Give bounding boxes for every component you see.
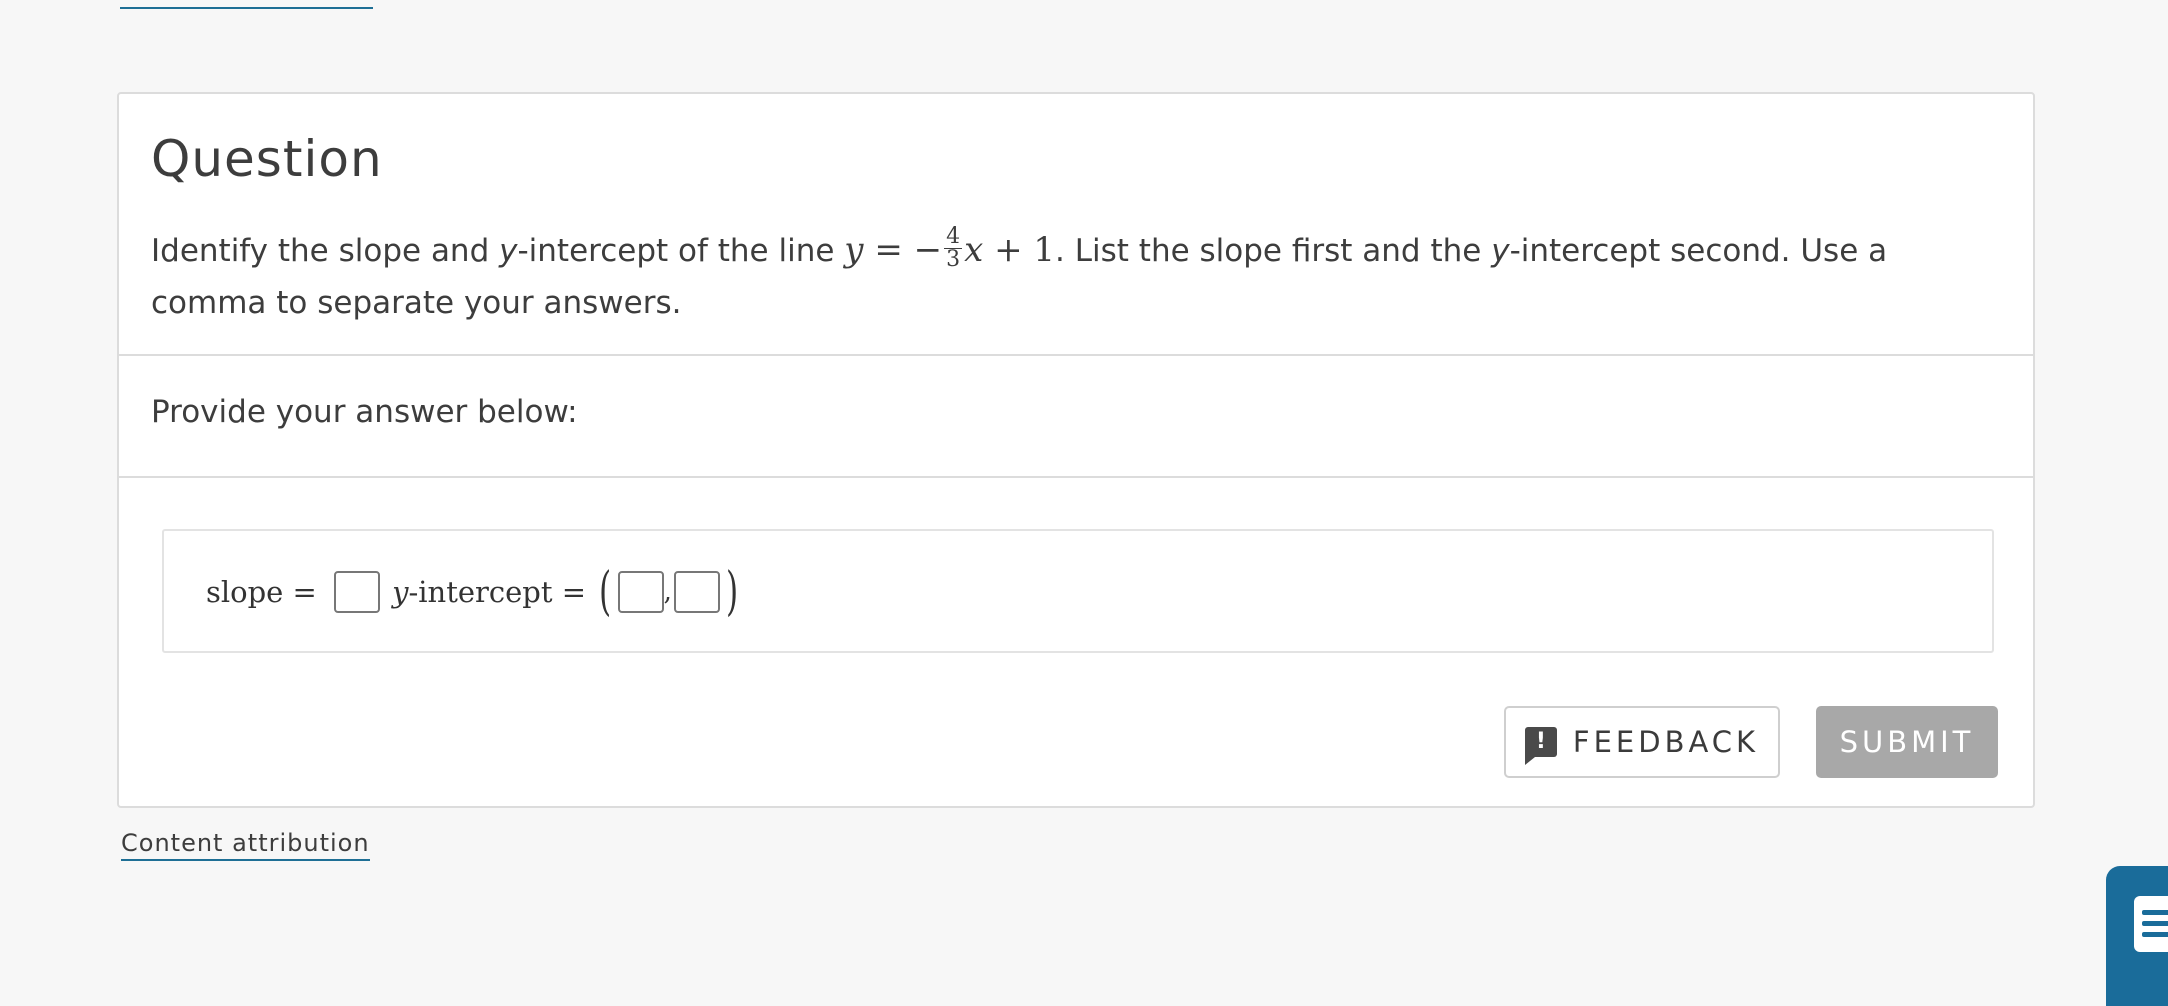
close-paren: ) — [725, 562, 739, 622]
top-link-underline — [120, 7, 373, 9]
fraction: 43 — [944, 223, 963, 272]
submit-button[interactable]: SUBMIT — [1816, 706, 1998, 778]
slope-label: slope = — [206, 575, 327, 609]
chat-icon — [2134, 896, 2168, 952]
answer-box: slope = y -intercept = ( , ) — [162, 529, 1994, 653]
answer-prompt-section: Provide your answer below: — [119, 356, 2033, 478]
open-paren: ( — [599, 562, 612, 622]
comma: , — [663, 577, 672, 607]
question-y-var: y — [1491, 233, 1510, 269]
eq-y: y — [844, 230, 864, 270]
submit-button-label: SUBMIT — [1839, 725, 1975, 759]
answer-row: slope = y -intercept = ( , ) — [206, 562, 742, 622]
feedback-button-label: FEEDBACK — [1572, 725, 1760, 759]
eq-plus-one: + 1 — [983, 230, 1056, 270]
y-intercept-label-var: y — [392, 575, 408, 609]
question-section: Question Identify the slope and y-interc… — [119, 94, 2033, 356]
answer-prompt: Provide your answer below: — [151, 394, 578, 430]
content-attribution-link[interactable]: Content attribution — [121, 829, 370, 861]
intercept-y-input[interactable] — [673, 571, 720, 613]
chat-button[interactable] — [2106, 866, 2168, 1006]
fraction-denominator: 3 — [946, 246, 961, 272]
y-var: y — [392, 575, 409, 609]
question-text-part: . List the slope first and the — [1055, 233, 1492, 269]
question-text: Identify the slope and y-intercept of th… — [151, 224, 2011, 329]
question-text-part: Identify the slope and — [151, 233, 500, 269]
y-intercept-label: -intercept = — [408, 575, 596, 609]
feedback-icon: ! — [1524, 727, 1557, 765]
equation: y = −4 3 x + 1 — [844, 225, 1056, 270]
eq-equals-minus: = − — [863, 230, 943, 270]
question-title: Question — [151, 130, 383, 188]
slope-input[interactable] — [334, 571, 381, 613]
eq-x: x — [964, 230, 984, 270]
question-text-part: -intercept of the line — [517, 233, 845, 269]
question-y-var: y — [499, 233, 518, 269]
fraction-numerator: 4 — [944, 223, 963, 249]
feedback-button[interactable]: ! FEEDBACK — [1504, 706, 1780, 778]
intercept-x-input[interactable] — [617, 571, 664, 613]
question-card: Question Identify the slope and y-interc… — [117, 92, 2035, 808]
